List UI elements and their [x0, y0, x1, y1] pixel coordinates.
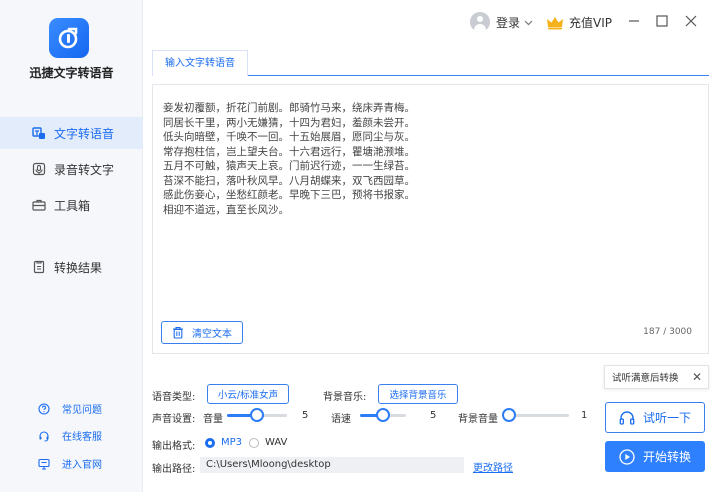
format-mp3-radio[interactable] [205, 438, 215, 448]
volume-slider[interactable] [227, 408, 287, 422]
change-path-link[interactable]: 更改路径 [473, 459, 513, 474]
trash-icon [172, 326, 184, 339]
vip-label: 充值VIP [569, 16, 612, 30]
speed-slider-knob[interactable] [376, 408, 390, 422]
sidebar-item-speech-to-text[interactable]: 录音转文字 [0, 153, 143, 185]
format-wav-label[interactable]: WAV [265, 437, 287, 448]
format-wav-radio[interactable] [249, 438, 259, 448]
official-site-label: 进入官网 [62, 460, 102, 471]
editor-text[interactable]: 妾发初覆额，折花门前剧。郎骑竹马来，绕床弄青梅。 同居长干里，两小无嫌猜，十四为… [163, 101, 683, 217]
app-logo [49, 18, 89, 58]
preview-tooltip: 试听满意后转换 ✕ [604, 365, 709, 389]
sidebar-item-label: 转换结果 [54, 260, 103, 275]
bg-volume-label: 背景音量 [458, 414, 498, 425]
text-to-speech-icon [32, 126, 46, 140]
text-editor[interactable]: 妾发初覆额，折花门前剧。郎骑竹马来，绕床弄青梅。 同居长干里，两小无嫌猜，十四为… [152, 84, 709, 354]
tab-text-input[interactable]: 输入文字转语音 [152, 50, 248, 76]
online-support-label: 在线客服 [62, 432, 102, 443]
login-button[interactable]: 登录 [470, 12, 533, 32]
speed-slider[interactable] [360, 408, 406, 422]
sidebar-item-label: 文字转语音 [54, 126, 115, 141]
vip-button[interactable]: 充值VIP [546, 14, 612, 31]
app-name: 迅捷文字转语音 [29, 66, 114, 80]
output-path-label: 输出路径: [152, 464, 196, 475]
play-icon [619, 448, 635, 465]
sidebar-item-text-to-speech[interactable]: 文字转语音 [0, 117, 143, 149]
maximize-button[interactable] [655, 14, 669, 28]
sound-settings-label: 声音设置: [152, 414, 196, 425]
bg-volume-value: 1 [581, 410, 588, 421]
monitor-icon [38, 458, 50, 470]
sidebar-item-label: 录音转文字 [54, 162, 115, 177]
sidebar-item-label: 工具箱 [54, 198, 91, 213]
output-format-label: 输出格式: [152, 441, 196, 452]
minimize-button[interactable] [627, 14, 641, 28]
official-site-link[interactable]: 进入官网 [38, 456, 102, 471]
clear-text-label: 清空文本 [192, 329, 232, 340]
avatar [470, 12, 490, 32]
preview-label: 试听一下 [642, 411, 691, 425]
voice-type-button[interactable]: 小云/标准女声 [207, 384, 289, 404]
sidebar-item-toolbox[interactable]: 工具箱 [0, 189, 143, 221]
speed-label: 语速 [331, 414, 351, 425]
headphones-icon [619, 410, 635, 425]
format-mp3-label[interactable]: MP3 [221, 437, 242, 448]
bg-music-button[interactable]: 选择背景音乐 [378, 384, 458, 404]
app-window: 迅捷文字转语音 文字转语音 录音转文字 工具箱 转换结果 常见问题 在线客服 进… [0, 0, 720, 492]
tab-bar: 输入文字转语音 [152, 50, 709, 76]
bg-volume-slider[interactable] [502, 408, 569, 422]
bg-music-label: 背景音乐: [323, 392, 367, 403]
char-counter: 187 / 3000 [643, 327, 692, 337]
clear-text-button[interactable]: 清空文本 [161, 321, 243, 344]
microphone-icon [32, 162, 46, 176]
preview-button[interactable]: 试听一下 [605, 402, 705, 433]
online-support-link[interactable]: 在线客服 [38, 428, 102, 443]
minimize-icon [629, 20, 639, 22]
voice-type-label: 语音类型: [152, 392, 196, 403]
volume-value: 5 [302, 410, 309, 421]
headset-icon [38, 430, 50, 442]
convert-label: 开始转换 [642, 450, 691, 464]
help-icon [38, 402, 50, 415]
speed-value: 5 [430, 410, 437, 421]
volume-slider-knob[interactable] [250, 408, 264, 422]
faq-link[interactable]: 常见问题 [38, 401, 102, 416]
maximize-icon [656, 15, 668, 27]
toolbox-icon [32, 198, 46, 212]
start-convert-button[interactable]: 开始转换 [605, 441, 705, 472]
faq-label: 常见问题 [62, 405, 102, 416]
sidebar: 迅捷文字转语音 文字转语音 录音转文字 工具箱 转换结果 常见问题 在线客服 进… [0, 0, 143, 492]
close-button[interactable] [684, 14, 698, 28]
crown-icon [546, 15, 564, 31]
chevron-down-icon [524, 18, 533, 27]
sidebar-item-results[interactable]: 转换结果 [0, 251, 143, 283]
login-label: 登录 [496, 15, 521, 30]
tooltip-text: 试听满意后转换 [612, 373, 679, 384]
output-path-field[interactable]: C:\Users\Mloong\desktop [200, 457, 464, 473]
volume-label: 音量 [203, 414, 223, 425]
document-icon [32, 260, 46, 274]
bg-volume-slider-knob[interactable] [502, 408, 516, 422]
close-icon[interactable]: ✕ [692, 370, 702, 384]
close-icon [685, 15, 697, 27]
